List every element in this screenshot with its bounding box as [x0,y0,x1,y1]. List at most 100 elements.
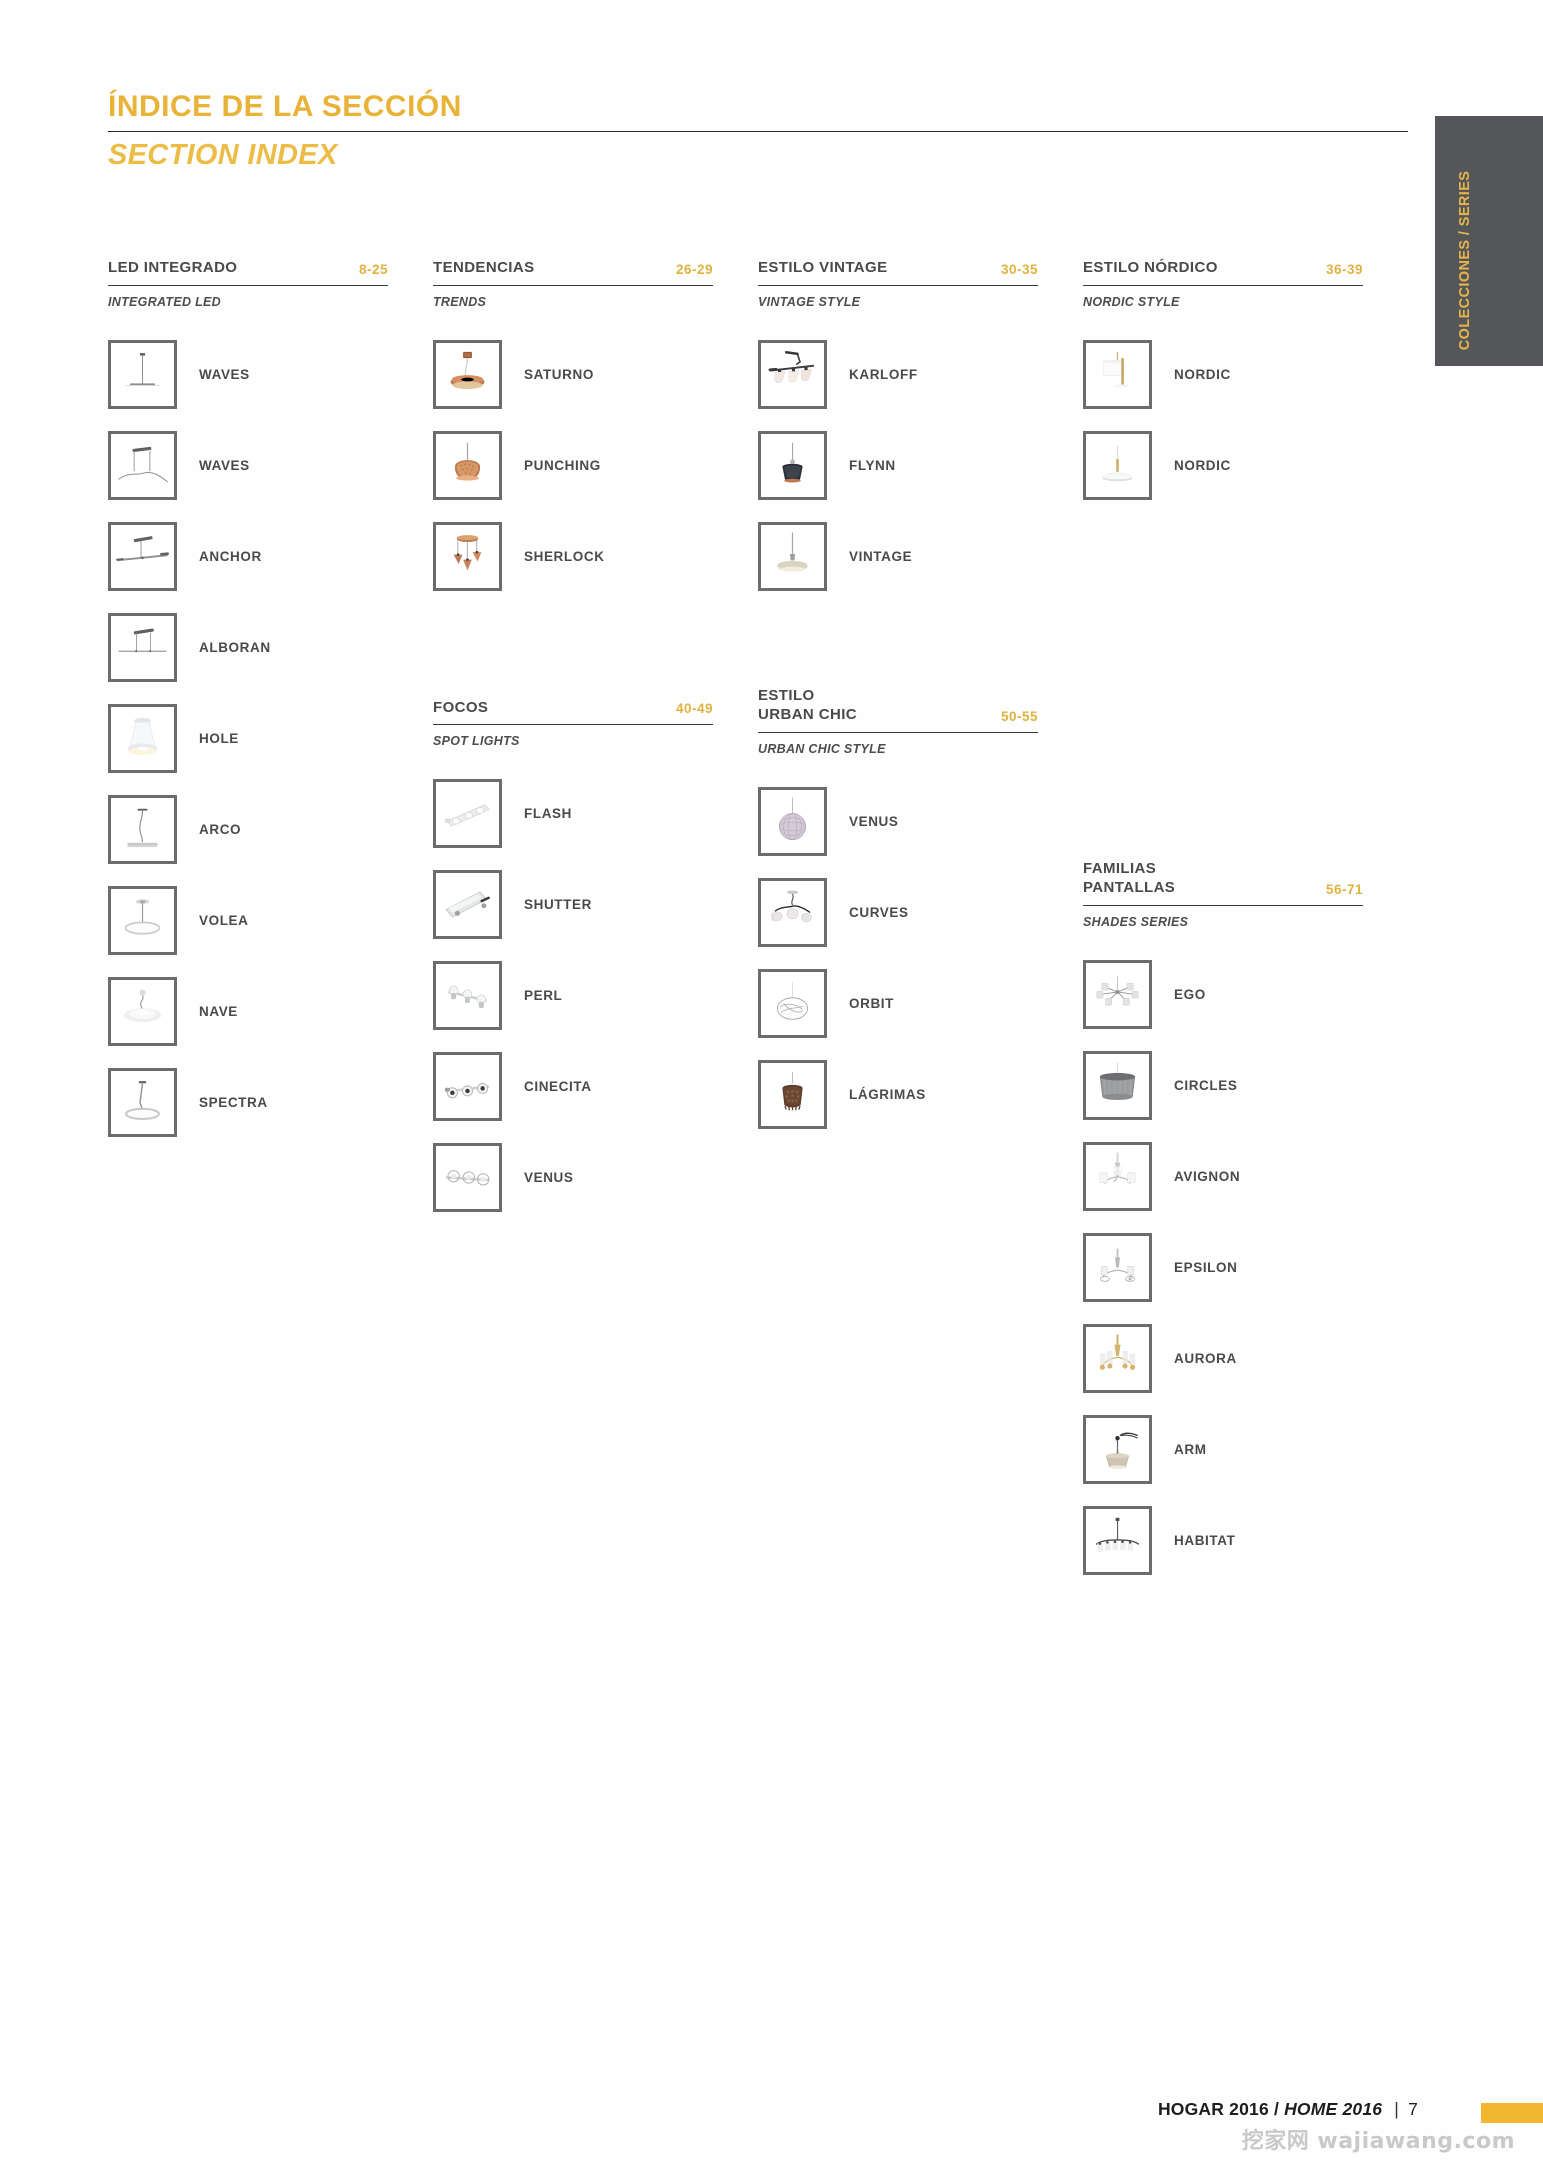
pendant-volea-ring-icon[interactable] [108,885,177,955]
list-item[interactable]: NORDIC [1083,420,1408,511]
list-item[interactable]: VENUS [758,776,1083,867]
pendant-wave-bar-icon[interactable] [108,430,177,500]
list-item[interactable]: PERL [433,950,758,1041]
product-name: VENUS [849,813,899,829]
list-item[interactable]: SHUTTER [433,859,758,950]
list-item[interactable]: SATURNO [433,329,758,420]
page-header: ÍNDICE DE LA SECCIÓN SECTION INDEX [108,92,1408,170]
list-item[interactable]: WAVES [108,329,433,420]
pendant-lagrimas-dark-icon[interactable] [758,1059,827,1129]
pendant-venus-sphere-icon[interactable] [758,786,827,856]
list-item[interactable]: VOLEA [108,875,433,966]
pendant-hole-ring-icon[interactable] [108,703,177,773]
section-subtitle: NORDIC STYLE [1083,294,1180,309]
product-name: SHERLOCK [524,548,605,564]
pendant-nordic-square-icon[interactable] [1083,339,1152,409]
section-subtitle: VINTAGE STYLE [758,294,861,309]
pendant-flynn-dark-icon[interactable] [758,430,827,500]
list-item[interactable]: EGO [1083,949,1408,1040]
product-name: VINTAGE [849,548,913,564]
chandelier-ego-icon[interactable] [1083,959,1152,1029]
list-item[interactable]: CIRCLES [1083,1040,1408,1131]
list-item[interactable]: ARM [1083,1404,1408,1495]
pendant-bar-thin-icon[interactable] [108,339,177,409]
pendant-orbit-wire-icon[interactable] [758,968,827,1038]
chandelier-habitat-icon[interactable] [1083,1505,1152,1575]
pendant-nordic-dome-icon[interactable] [1083,430,1152,500]
pendant-sherlock-copper-icon[interactable] [433,521,502,591]
section-page-range[interactable]: 8-25 [359,262,388,278]
chandelier-avignon-icon[interactable] [1083,1141,1152,1211]
product-name: AURORA [1174,1350,1237,1366]
list-item[interactable]: EPSILON [1083,1222,1408,1313]
product-name: FLASH [524,806,572,821]
product-name: ARM [1174,1441,1207,1457]
section-title: ESTILO URBAN CHIC [758,686,857,724]
chandelier-epsilon-icon[interactable] [1083,1232,1152,1302]
section-header: LED INTEGRADO 8-25 [108,258,388,278]
pendant-curves-3lamp-icon[interactable] [758,877,827,947]
product-name: VENUS [524,1170,574,1185]
list-item[interactable]: VENUS [433,1132,758,1223]
spot-flash-bar-icon[interactable] [433,779,502,848]
section-page-range[interactable]: 26-29 [676,262,713,278]
section-page-range[interactable]: 56-71 [1326,882,1363,898]
section-page-range[interactable]: 50-55 [1001,709,1038,725]
watermark-text: 挖家网 wajiawang.com [1241,2129,1515,2154]
product-name: EGO [1174,986,1206,1002]
list-item[interactable]: AVIGNON [1083,1131,1408,1222]
product-list: VENUS CURVES ORBIT LÁGRIMAS [758,776,1083,1140]
pendant-arm-shade-icon[interactable] [1083,1414,1152,1484]
section-title: ESTILO VINTAGE [758,259,888,276]
list-item[interactable]: KARLOFF [758,329,1083,420]
list-item[interactable]: ARCO [108,784,433,875]
list-item[interactable]: CURVES [758,867,1083,958]
product-name: ALBORAN [199,639,271,655]
pendant-alboran-bar-icon[interactable] [108,612,177,682]
pendant-nave-disc-icon[interactable] [108,976,177,1046]
product-name: WAVES [199,457,250,473]
section-title: FAMILIAS PANTALLAS [1083,859,1176,897]
list-item[interactable]: HABITAT [1083,1495,1408,1586]
product-name: SPECTRA [199,1094,268,1110]
section-page-range[interactable]: 36-39 [1326,262,1363,278]
list-item[interactable]: PUNCHING [433,420,758,511]
list-item[interactable]: SPECTRA [108,1057,433,1148]
spot-cinecita-bar-icon[interactable] [433,1052,502,1121]
list-item[interactable]: NORDIC [1083,329,1408,420]
section-page-range[interactable]: 30-35 [1001,262,1038,278]
section-header: ESTILO NÓRDICO 36-39 [1083,258,1363,278]
section-subtitle: TRENDS [433,294,487,309]
spot-perl-bar-icon[interactable] [433,961,502,1030]
pendant-spectra-ring-icon[interactable] [108,1067,177,1137]
list-item[interactable]: FLYNN [758,420,1083,511]
pendant-anchor-bar-icon[interactable] [108,521,177,591]
list-item[interactable]: WAVES [108,420,433,511]
list-item[interactable]: SHERLOCK [433,511,758,602]
list-item[interactable]: LÁGRIMAS [758,1049,1083,1140]
list-item[interactable]: AURORA [1083,1313,1408,1404]
pendant-arco-icon[interactable] [108,794,177,864]
section-divider [108,284,388,286]
product-name: SHUTTER [524,897,592,912]
shade-circles-drum-icon[interactable] [1083,1050,1152,1120]
pendant-vintage-disc-icon[interactable] [758,521,827,591]
list-item[interactable]: ANCHOR [108,511,433,602]
list-item[interactable]: CINECITA [433,1041,758,1132]
list-item[interactable]: HOLE [108,693,433,784]
product-name: CIRCLES [1174,1077,1238,1093]
pendant-saturno-copper-icon[interactable] [433,339,502,409]
section-page-range[interactable]: 40-49 [676,701,713,717]
pendant-punching-copper-icon[interactable] [433,430,502,500]
list-item[interactable]: NAVE [108,966,433,1057]
list-item[interactable]: ALBORAN [108,602,433,693]
list-item[interactable]: FLASH [433,768,758,859]
list-item[interactable]: VINTAGE [758,511,1083,602]
list-item[interactable]: ORBIT [758,958,1083,1049]
section-title: TENDENCIAS [433,259,535,276]
chandelier-aurora-gold-icon[interactable] [1083,1323,1152,1393]
spot-venus-bar-icon[interactable] [433,1143,502,1212]
spot-shutter-bar-icon[interactable] [433,870,502,939]
pendant-karloff-3lamp-icon[interactable] [758,339,827,409]
